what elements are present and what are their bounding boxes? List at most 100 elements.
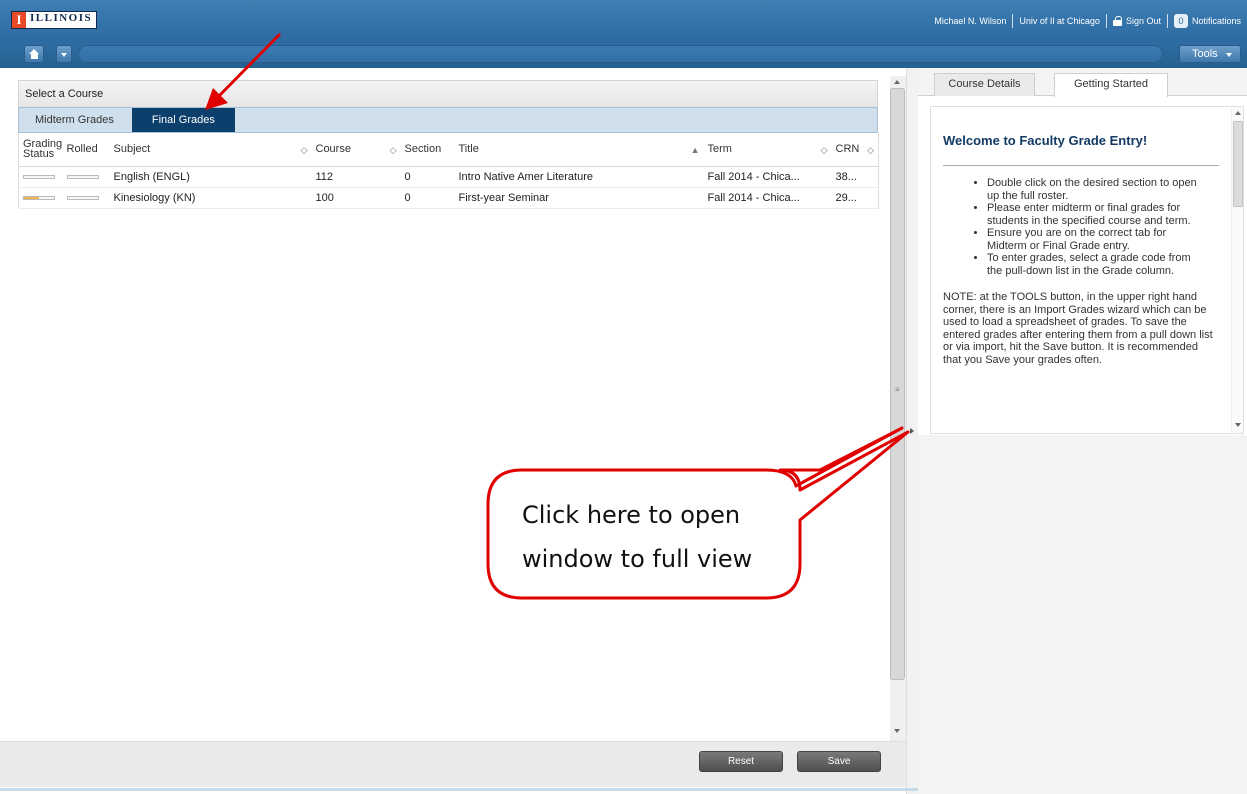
expand-arrow-icon[interactable] [910,428,914,434]
progress-fill [24,196,39,199]
col-section[interactable]: Section [400,133,455,167]
scroll-up-icon[interactable] [894,80,900,84]
col-label: Subject [113,143,151,156]
term-cell: Fall 2014 - Chica... [703,187,832,209]
instruction-list: Double click on the desired section to o… [943,177,1219,277]
col-label: Term [707,143,732,156]
course-cell: 112 [311,166,401,188]
info-panel-empty-area [918,435,1247,794]
col-rolled[interactable]: Rolled [62,133,110,167]
col-label: CRN [835,143,860,156]
logo-block-i: I [12,12,26,28]
save-button[interactable]: Save [797,751,881,772]
tab-course-details[interactable]: Course Details [934,73,1035,96]
divider [1012,14,1014,28]
campus-name: Univ of Il at Chicago [1019,16,1100,26]
title-cell: Intro Native Amer Literature [454,166,704,188]
rolled-cell [62,187,110,209]
note-text: NOTE: at the TOOLS button, in the upper … [943,291,1213,366]
grade-entry-app: I ILLINOIS Michael N. Wilson Univ of Il … [0,0,1247,794]
term-cell: Fall 2014 - Chica... [703,166,832,188]
crn-cell: 38... [831,166,879,188]
col-title[interactable]: Title ▲ [454,133,704,167]
scrollbar-thumb[interactable]: ≡ [890,88,905,680]
scroll-up-icon[interactable] [1235,111,1241,115]
rolled-progress-bar [66,195,99,200]
grading-progress-bar [23,174,55,179]
panel-title: Select a Course [18,80,878,107]
sort-icon: ◇ [300,145,308,155]
callout-line: Click here to open [522,501,741,529]
chevron-down-icon [1226,53,1232,57]
title-cell: First-year Seminar [454,187,704,209]
subject-cell: Kinesiology (KN) [109,187,312,209]
table-row[interactable]: English (ENGL) 112 0 Intro Native Amer Lite… [18,166,879,188]
callout-line: window to full view [522,545,753,573]
col-subject[interactable]: Subject ◇ [109,133,312,167]
menu-dropdown-button[interactable] [56,45,72,63]
sign-out-link[interactable]: Sign Out [1112,16,1161,26]
sort-icon: ◇ [867,145,874,155]
select-course-panel: Select a Course Midterm Grades Final Gra… [18,80,879,210]
reset-button[interactable]: Reset [699,751,783,772]
rolled-progress-bar [66,174,99,179]
breadcrumb-bar [78,45,1163,63]
info-tabs: Course Details Getting Started [918,68,1247,97]
grip-icon: ≡ [895,385,900,394]
chevron-down-icon [61,53,67,57]
list-item: Ensure you are on the correct tab for Mi… [987,227,1205,252]
notifications-link[interactable]: 0 Notifications [1173,14,1241,28]
tools-label: Tools [1192,48,1218,60]
col-course[interactable]: Course ◇ [311,133,401,167]
tab-getting-started[interactable]: Getting Started [1054,73,1168,97]
grading-status-cell [18,166,63,188]
user-name: Michael N. Wilson [934,16,1007,26]
section-cell: 0 [400,187,455,209]
callout-text: Click here to open window to full view [522,493,792,581]
footer-bar: Reset Save [0,741,906,787]
logo-wordmark: ILLINOIS [30,12,93,24]
sign-out-label: Sign Out [1125,16,1161,26]
crn-cell: 29... [831,187,879,209]
lock-icon [1112,16,1122,26]
col-label: Section [404,143,442,156]
content-body: Welcome to Faculty Grade Entry! Double c… [931,107,1231,425]
col-label: Status [23,148,55,161]
col-grading-status[interactable]: Grading Status [18,133,63,167]
top-header: I ILLINOIS Michael N. Wilson Univ of Il … [0,0,1247,42]
divider [943,165,1219,166]
col-label: Course [315,143,351,156]
tab-midterm-grades[interactable]: Midterm Grades [23,108,126,132]
col-term[interactable]: Term ◇ [703,133,832,167]
divider [1166,14,1168,28]
tab-final-grades[interactable]: Final Grades [131,108,235,132]
scroll-down-icon[interactable] [894,729,900,733]
grading-progress-bar [23,195,55,200]
user-bar: Michael N. Wilson Univ of Il at Chicago … [934,14,1241,28]
sort-icon: ◇ [389,145,397,155]
col-label: Title [458,143,479,156]
content-scrollbar[interactable] [1231,107,1243,433]
col-crn[interactable]: CRN ◇ [831,133,879,167]
grade-tabs: Midterm Grades Final Grades [18,107,878,133]
table-header-row: Grading Status Rolled Subject ◇ Course ◇ Se… [18,133,879,167]
divider [1105,14,1107,28]
left-panel-scrollbar[interactable]: ≡ [890,76,906,741]
list-item: To enter grades, select a grade code fro… [987,252,1205,277]
scroll-down-icon[interactable] [1235,423,1241,427]
grading-status-cell [18,187,63,209]
table-row[interactable]: Kinesiology (KN) 100 0 First-year Seminar Fa… [18,187,879,209]
rolled-cell [62,166,110,188]
home-button[interactable] [24,45,44,63]
list-item: Double click on the desired section to o… [987,177,1205,202]
panel-splitter[interactable] [906,68,918,794]
sort-asc-icon: ▲ [690,145,700,155]
illinois-logo: I ILLINOIS [11,11,98,29]
col-label: Rolled [66,143,98,156]
course-rows: English (ENGL) 112 0 Intro Native Amer Lite… [18,166,879,209]
notification-count-badge: 0 [1173,14,1188,28]
welcome-title: Welcome to Faculty Grade Entry! [943,133,1148,148]
scrollbar-thumb[interactable] [1233,121,1243,207]
getting-started-content: Welcome to Faculty Grade Entry! Double c… [930,106,1244,434]
tools-button[interactable]: Tools [1179,45,1241,63]
